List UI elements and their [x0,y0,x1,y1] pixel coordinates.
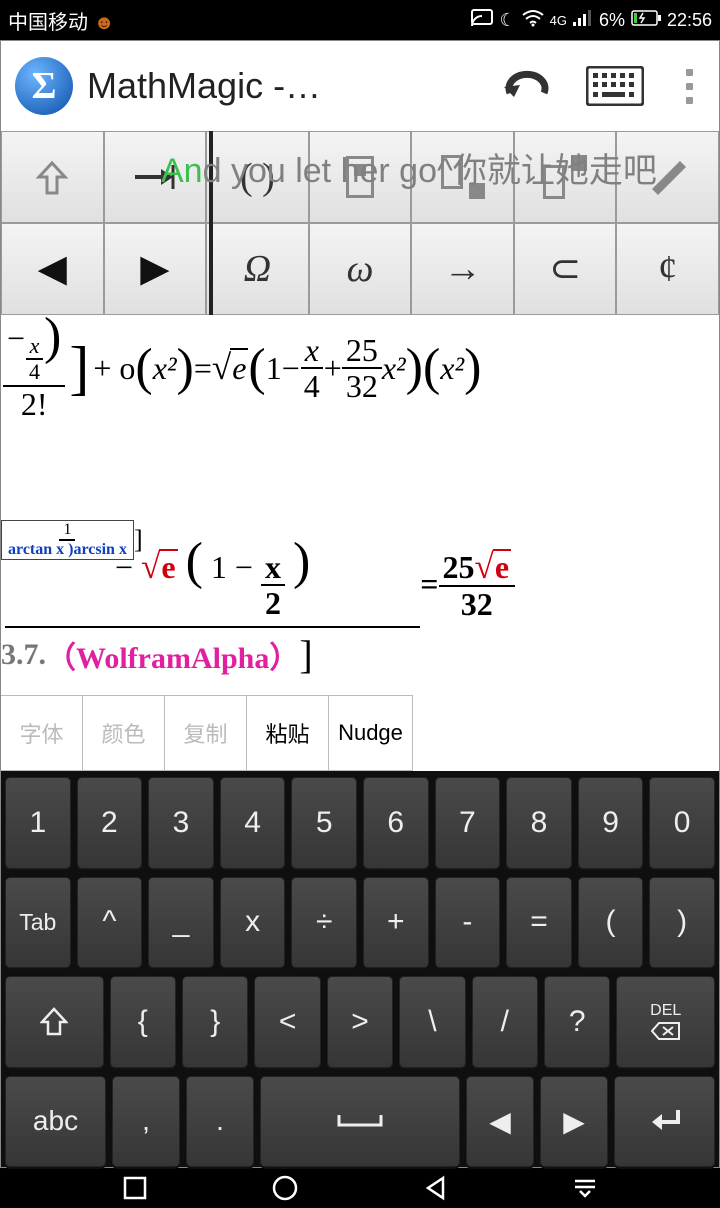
key-enter[interactable] [614,1076,715,1168]
key-9[interactable]: 9 [578,777,644,869]
title-bar: Σ MathMagic -… [1,41,719,131]
toolbar-parentheses[interactable]: ( ) [206,131,309,223]
key-3[interactable]: 3 [148,777,214,869]
key-1[interactable]: 1 [5,777,71,869]
key-gt[interactable]: > [327,976,393,1068]
nav-home-button[interactable] [271,1174,299,1202]
app-logo-icon: Σ [15,57,73,115]
cm-copy[interactable]: 复制 [165,696,247,771]
app-indicator-icon: ☻ [94,12,115,34]
key-rparen[interactable]: ) [649,877,715,969]
key-caret[interactable]: ^ [77,877,143,969]
cm-paste[interactable]: 粘贴 [247,696,329,771]
key-tab[interactable]: Tab [5,877,71,969]
clock: 22:56 [667,10,712,31]
key-8[interactable]: 8 [506,777,572,869]
key-right[interactable]: ▶ [540,1076,608,1168]
key-slash[interactable]: / [472,976,538,1068]
key-plus[interactable]: + [363,877,429,969]
undo-button[interactable] [502,67,552,105]
toolbar-left[interactable]: ◀ [1,223,104,316]
key-rbrace[interactable]: } [182,976,248,1068]
key-shift[interactable] [5,976,104,1068]
signal-icon [573,10,593,31]
carrier-label: 中国移动 ☻ [8,6,471,35]
cm-font[interactable]: 字体 [1,696,83,771]
key-left[interactable]: ◀ [466,1076,534,1168]
toolbar-pencil[interactable] [616,131,719,223]
key-underscore[interactable]: _ [148,877,214,969]
toolbar-template-a[interactable] [309,131,412,223]
battery-icon [631,10,661,31]
toolbar-arrow[interactable]: → [411,223,514,316]
toolbar-omega-upper[interactable]: Ω [206,223,309,316]
context-menu: 字体 颜色 复制 粘贴 Nudge [1,695,413,771]
key-comma[interactable]: , [112,1076,180,1168]
key-lbrace[interactable]: { [110,976,176,1068]
key-6[interactable]: 6 [363,777,429,869]
symbol-toolbar: ( ) ◀ ▶ Ω ω → ⊂ ¢ And you let her go^你就让… [1,131,719,315]
keyboard-toggle-button[interactable] [586,66,644,106]
key-lt[interactable]: < [254,976,320,1068]
cast-icon [471,9,493,32]
key-4[interactable]: 4 [220,777,286,869]
cm-color[interactable]: 颜色 [83,696,165,771]
key-equals[interactable]: = [506,877,572,969]
battery-pct: 6% [599,10,625,31]
key-question[interactable]: ? [544,976,610,1068]
key-delete[interactable]: DEL [616,976,715,1068]
status-bar: 中国移动 ☻ ☾ 4G 6% 22:56 [0,0,720,40]
key-5[interactable]: 5 [291,777,357,869]
key-x[interactable]: x [220,877,286,969]
overflow-menu-button[interactable] [678,69,701,104]
equation-canvas[interactable]: −x4) 2! ] + o (x²) = e ( 1 − x4 + 2532 x… [1,315,719,695]
moon-icon: ☾ [499,10,515,31]
network-type: 4G [550,13,567,28]
toolbar-notin[interactable]: ¢ [616,223,719,316]
key-backslash[interactable]: \ [399,976,465,1068]
nav-recent-button[interactable] [122,1175,148,1201]
soft-keyboard: 1 2 3 4 5 6 7 8 9 0 Tab ^ _ x ÷ + - = ( … [1,771,719,1167]
equation-line-4: 3.7. （WolframAlpha）] [1,631,313,678]
key-period[interactable]: . [186,1076,254,1168]
cm-nudge[interactable]: Nudge [329,696,413,771]
toolbar-subset[interactable]: ⊂ [514,223,617,316]
equation-line-1: −x4) 2! ] + o (x²) = e ( 1 − x4 + 2532 x… [1,315,481,421]
toolbar-template-c[interactable] [514,131,617,223]
toolbar-right[interactable]: ▶ [104,223,207,316]
key-minus[interactable]: - [435,877,501,969]
wifi-icon [522,9,544,32]
toolbar-omega-lower[interactable]: ω [309,223,412,316]
equation-line-3: − e ( 1 − x2 ) = 25e 32 [1,537,515,632]
nav-back-button[interactable] [423,1175,449,1201]
key-7[interactable]: 7 [435,777,501,869]
key-abc[interactable]: abc [5,1076,106,1168]
nav-dropdown-button[interactable] [572,1178,598,1198]
key-2[interactable]: 2 [77,777,143,869]
toolbar-tab-right[interactable] [104,131,207,223]
android-navbar [0,1168,720,1208]
app-title: MathMagic -… [87,65,502,107]
toolbar-template-b[interactable] [411,131,514,223]
key-0[interactable]: 0 [649,777,715,869]
key-space[interactable] [260,1076,460,1168]
toolbar-shift-up[interactable] [1,131,104,223]
key-divide[interactable]: ÷ [291,877,357,969]
key-lparen[interactable]: ( [578,877,644,969]
